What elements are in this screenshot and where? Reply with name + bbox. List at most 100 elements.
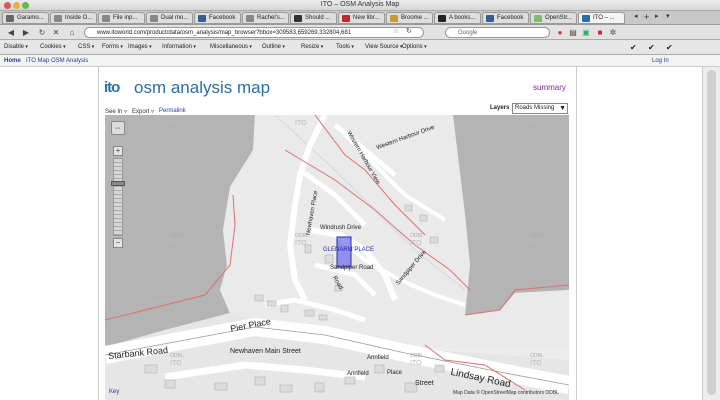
zoom-slider-track[interactable] (113, 158, 123, 236)
tab-6[interactable]: Should ... (290, 12, 337, 24)
check-icon[interactable]: ✔ (648, 43, 655, 52)
zoom-in-button[interactable]: + (113, 146, 123, 156)
tab-label: Facebook (209, 15, 236, 21)
page-icon (150, 15, 158, 22)
export-menu[interactable]: Export ▿ (132, 108, 154, 115)
web-developer-toolbar: Disable Cookies CSS Forms Images Information M… (0, 40, 720, 55)
tab-label: OpenStr... (545, 15, 573, 21)
tab-9[interactable]: A books... (434, 12, 481, 24)
check-icon[interactable]: ✔ (666, 43, 673, 52)
page-content: ito osm analysis map summary See In ▿ Ex… (98, 67, 577, 400)
navigation-toolbar: ◀ ▶ ↻ ✕ ⌂ www.itoworld.com/product/data/… (0, 25, 720, 40)
reload-button[interactable]: ↻ (36, 27, 48, 38)
new-tab-button[interactable]: + (644, 12, 649, 22)
dev-menu-disable[interactable]: Disable (4, 44, 28, 50)
login-link[interactable]: Log In (652, 58, 669, 64)
zoom-control: ⇔ + − (111, 121, 125, 251)
extension-red-icon[interactable]: ■ (594, 27, 606, 38)
ito-logo[interactable]: ito (104, 79, 120, 96)
zoom-out-button[interactable]: − (113, 238, 123, 248)
menu-icon[interactable]: ✲ (608, 27, 618, 38)
tab-label: Garamo... (17, 15, 44, 21)
tab-3[interactable]: Dual mo... (146, 12, 193, 24)
window-title: ITO – OSM Analysis Map (320, 1, 400, 8)
dev-menu-tools[interactable]: Tools (336, 44, 354, 50)
layers-label: Layers (490, 105, 510, 111)
highlighted-area[interactable] (336, 236, 352, 268)
page-icon (390, 15, 398, 22)
dev-menu-images[interactable]: Images (128, 44, 152, 50)
check-icon[interactable]: ✔ (630, 43, 637, 52)
page-scrollbar[interactable] (702, 67, 720, 400)
page-icon (438, 15, 446, 22)
tab-10[interactable]: Facebook (482, 12, 529, 24)
tab-label: A books... (449, 15, 476, 21)
map-canvas[interactable] (105, 115, 569, 400)
tab-label: Facebook (497, 15, 524, 21)
page-icon (294, 15, 302, 22)
url-reload-icon[interactable]: ↻ (406, 27, 412, 35)
summary-link[interactable]: summary (533, 83, 566, 92)
tab-1[interactable]: Inside O... (50, 12, 97, 24)
tab-11[interactable]: OpenStr... (530, 12, 577, 24)
pan-control[interactable]: ⇔ (111, 121, 125, 135)
addon-icon[interactable]: ● (555, 27, 565, 38)
tab-0[interactable]: Garamo... (2, 12, 49, 24)
tab-12[interactable]: ITO – ... (578, 12, 625, 24)
facebook-icon (486, 15, 494, 22)
dev-menu-miscellaneous[interactable]: Miscellaneous (210, 44, 252, 50)
page-icon (246, 15, 254, 22)
page-icon (102, 15, 110, 22)
see-in-menu[interactable]: See In ▿ (105, 108, 127, 115)
osm-analysis-link[interactable]: OSM Analysis (51, 58, 88, 64)
map-view[interactable]: Pier Place Starbank Road Lindsay Road Ne… (105, 115, 569, 400)
zoom-slider-handle[interactable] (111, 181, 125, 186)
tab-5[interactable]: Rachel's... (242, 12, 289, 24)
tab-4[interactable]: Facebook (194, 12, 241, 24)
chevron-down-icon: ▼ (559, 105, 566, 112)
permalink-link[interactable]: Permalink (159, 108, 186, 114)
scrollbar-thumb[interactable] (707, 70, 716, 395)
ito-map-link[interactable]: ITO Map (26, 58, 49, 64)
dev-menu-outline[interactable]: Outline (262, 44, 285, 50)
facebook-icon (198, 15, 206, 22)
dev-menu-options[interactable]: Options (402, 44, 427, 50)
window-titlebar: ITO – OSM Analysis Map (0, 0, 720, 11)
page-icon (54, 15, 62, 22)
tab-scroll-right-icon[interactable]: ▸ (655, 12, 659, 20)
tab-list-icon[interactable]: ▾ (666, 12, 670, 20)
dev-menu-css[interactable]: CSS (78, 44, 94, 50)
tab-label: Should ... (305, 15, 331, 21)
home-link[interactable]: Home (4, 58, 21, 64)
tab-2[interactable]: File inp... (98, 12, 145, 24)
tab-8[interactable]: Broome ... (386, 12, 433, 24)
tab-label: ITO – ... (593, 15, 615, 21)
search-input[interactable]: Google (445, 27, 550, 38)
osm-icon (534, 15, 542, 22)
tab-label: Rachel's... (257, 15, 285, 21)
tab-scroll-left-icon[interactable]: ◂ (634, 12, 638, 20)
url-field[interactable]: www.itoworld.com/product/data/osm_analys… (84, 27, 424, 38)
bookmark-star-icon[interactable]: ☆ (393, 27, 399, 35)
page-title: osm analysis map (134, 78, 271, 97)
home-icon[interactable]: ⌂ (66, 27, 78, 38)
back-button[interactable]: ◀ (4, 27, 18, 38)
dev-menu-forms[interactable]: Forms (102, 44, 123, 50)
wikipedia-icon (6, 15, 14, 22)
map-key-link[interactable]: Key (109, 389, 119, 395)
dev-menu-information[interactable]: Information (162, 44, 196, 50)
tab-label: Dual mo... (161, 15, 189, 21)
stop-button[interactable]: ✕ (50, 27, 62, 38)
tab-7[interactable]: New libr... (338, 12, 385, 24)
dev-menu-view-source[interactable]: View Source (365, 44, 402, 50)
tab-label: New libr... (353, 15, 380, 21)
dev-menu-cookies[interactable]: Cookies (40, 44, 66, 50)
layers-select[interactable]: Roads Missing ▼ (512, 103, 568, 114)
forward-button[interactable]: ▶ (19, 27, 33, 38)
tab-bar: Garamo... Inside O... File inp... Dual mo..… (0, 11, 720, 25)
extension-icon[interactable]: ▣ (580, 27, 592, 38)
tab-label: Inside O... (65, 15, 93, 21)
dev-menu-resize[interactable]: Resize (301, 44, 323, 50)
water-area (453, 115, 569, 315)
feed-icon[interactable]: ▤ (568, 27, 578, 38)
